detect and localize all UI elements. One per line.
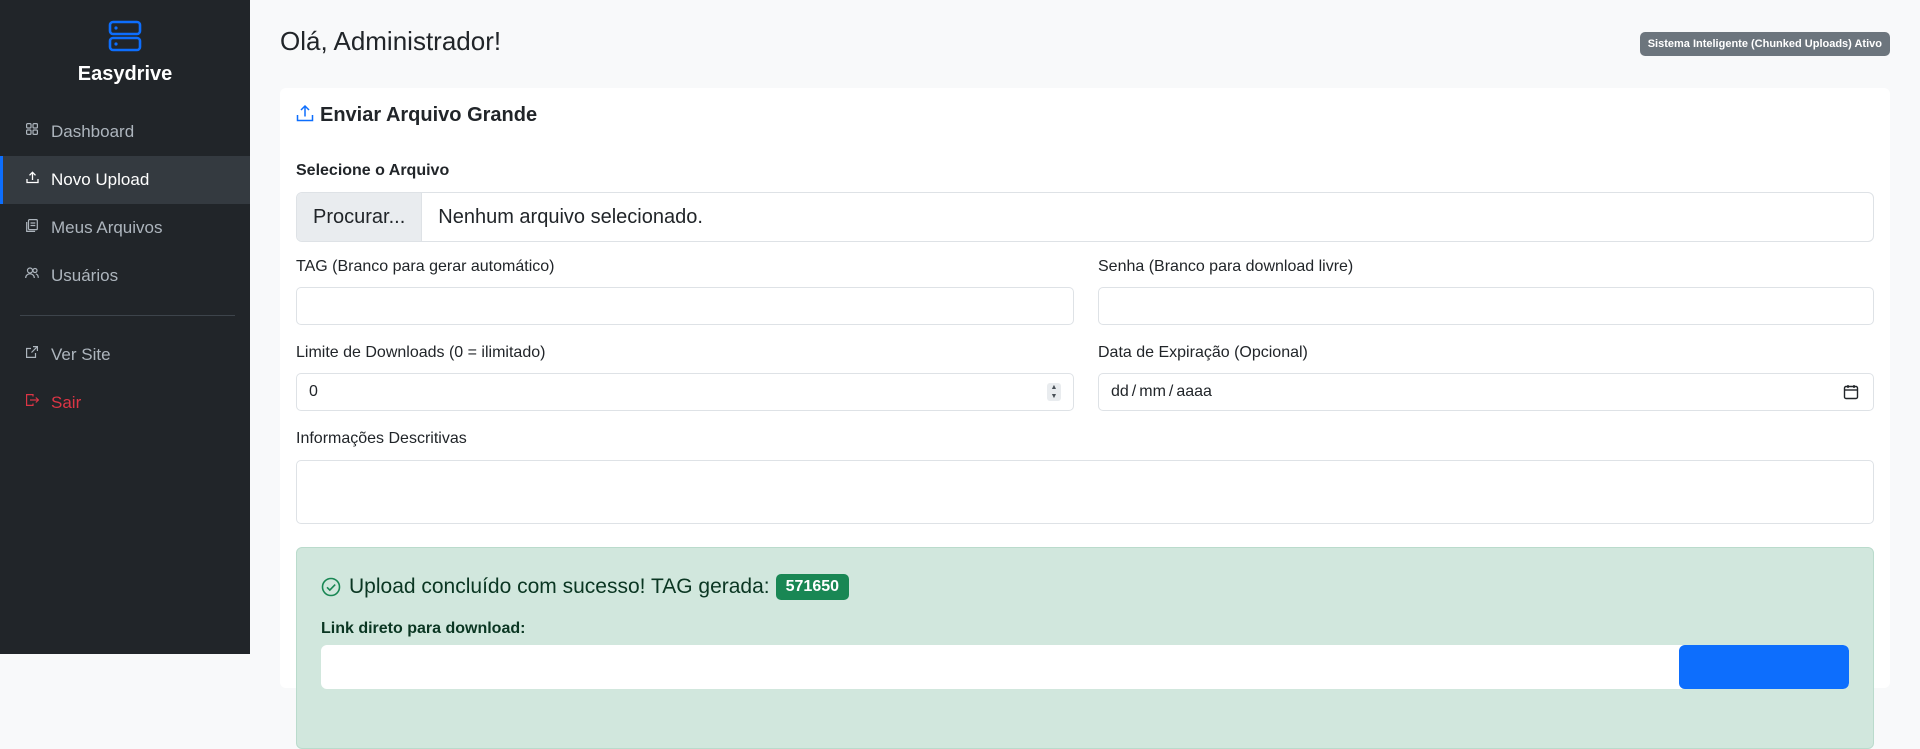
file-input[interactable]: Procurar... Nenhum arquivo selecionado. (296, 192, 1874, 242)
check-circle-icon (321, 577, 341, 597)
sidebar-item-dashboard[interactable]: Dashboard (0, 108, 250, 156)
calendar-icon[interactable] (1843, 384, 1859, 400)
card-title: Enviar Arquivo Grande (296, 104, 537, 127)
success-alert: Upload concluído com sucesso! TAG gerada… (296, 547, 1874, 749)
upload-card: Enviar Arquivo Grande Selecione o Arquiv… (280, 88, 1890, 749)
sidebar-item-label: Novo Upload (51, 170, 150, 189)
upload-icon (24, 169, 40, 185)
sidebar-item-label: Usuários (51, 266, 119, 285)
brand-name: Easydrive (77, 63, 173, 85)
files-icon (24, 217, 40, 233)
logout-icon (24, 392, 40, 408)
sidebar-item-ver-site[interactable]: Ver Site (0, 331, 250, 379)
sidebar-item-label: Sair (51, 393, 82, 412)
tag-badge: 571650 (775, 574, 850, 600)
browse-button[interactable]: Procurar... (297, 193, 423, 241)
sidebar: Easydrive Dashboard Novo Upload Meus Arq… (0, 0, 250, 654)
description-textarea[interactable] (296, 460, 1874, 524)
date-month: mm (1139, 383, 1166, 400)
users-icon (24, 265, 40, 281)
password-input[interactable] (1098, 287, 1874, 325)
number-stepper[interactable]: ▲ ▼ (1047, 383, 1061, 401)
success-message: Upload concluído com sucesso! TAG gerada… (321, 574, 850, 600)
sidebar-item-label: Meus Arquivos (51, 218, 163, 237)
external-link-icon (24, 344, 40, 360)
copy-link-button[interactable] (1679, 645, 1849, 689)
main-content: Olá, Administrador! Sistema Inteligente … (250, 0, 1920, 749)
upload-icon (296, 104, 314, 122)
date-separator: / (1131, 383, 1137, 400)
download-limit-value: 0 (309, 383, 318, 400)
card-title-text: Enviar Arquivo Grande (320, 104, 538, 126)
password-label: Senha (Branco para download livre) (1098, 258, 1354, 275)
download-limit-input[interactable]: 0 ▲ ▼ (296, 373, 1074, 411)
tag-label: TAG (Branco para gerar automático) (296, 258, 555, 275)
tag-input[interactable] (296, 287, 1074, 325)
sidebar-nav: Dashboard Novo Upload Meus Arquivos Usuá… (0, 108, 250, 427)
date-year: aaaa (1176, 383, 1212, 400)
sidebar-item-label: Dashboard (51, 122, 135, 141)
page-title: Olá, Administrador! (280, 26, 502, 56)
system-status-badge: Sistema Inteligente (Chunked Uploads) At… (1639, 32, 1890, 56)
download-link-label: Link direto para download: (321, 620, 526, 637)
date-day: dd (1111, 383, 1129, 400)
sidebar-item-novo-upload[interactable]: Novo Upload (0, 156, 250, 204)
sidebar-item-sair[interactable]: Sair (0, 379, 250, 427)
expiration-date-input[interactable]: dd / mm / aaaa (1098, 373, 1874, 411)
download-link-input[interactable] (321, 645, 1849, 689)
success-text: Upload concluído com sucesso! TAG gerada… (349, 575, 770, 598)
expiration-label: Data de Expiração (Opcional) (1098, 344, 1308, 361)
file-status: Nenhum arquivo selecionado. (438, 205, 703, 228)
sidebar-item-usuarios[interactable]: Usuários (0, 252, 250, 300)
sidebar-item-label: Ver Site (51, 345, 111, 364)
brand: Easydrive (0, 0, 250, 86)
file-label: Selecione o Arquivo (296, 162, 450, 179)
sidebar-divider (20, 315, 235, 316)
sidebar-item-meus-arquivos[interactable]: Meus Arquivos (0, 204, 250, 252)
server-icon (108, 20, 142, 52)
grid-icon (24, 121, 40, 137)
description-label: Informações Descritivas (296, 430, 467, 447)
date-separator: / (1168, 383, 1174, 400)
download-limit-label: Limite de Downloads (0 = ilimitado) (296, 344, 546, 361)
